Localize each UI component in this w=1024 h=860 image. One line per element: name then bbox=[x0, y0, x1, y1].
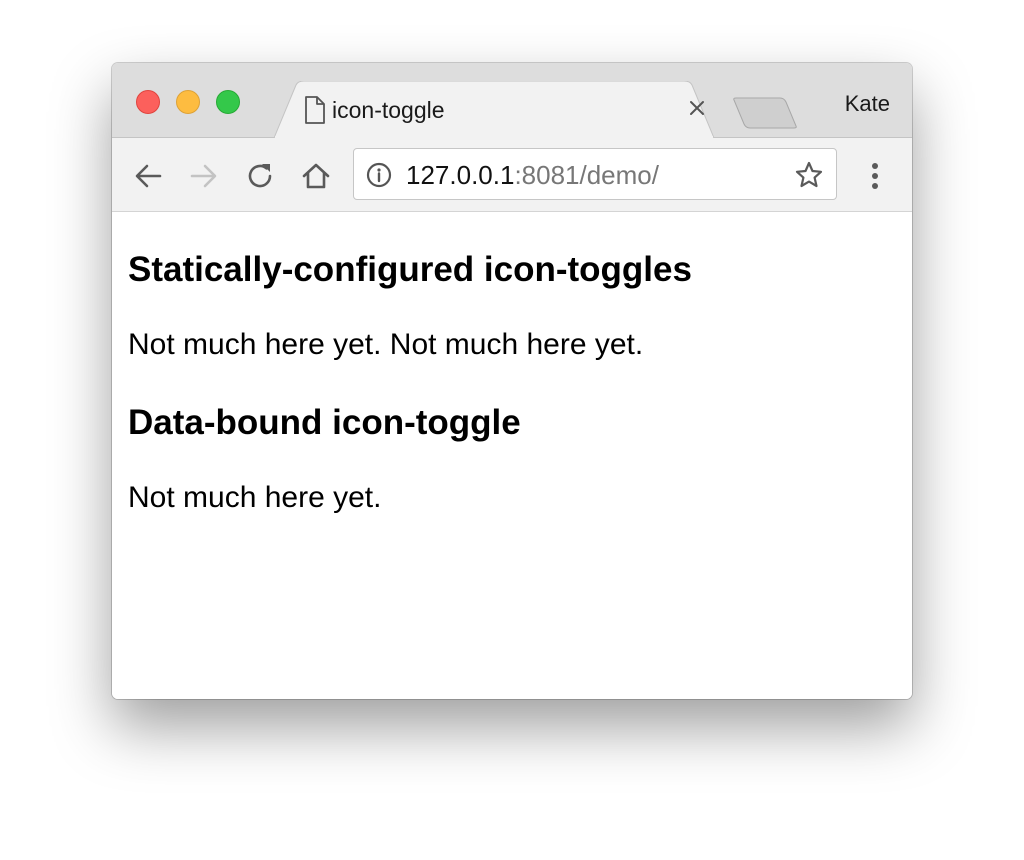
document-icon bbox=[304, 96, 326, 124]
star-icon[interactable] bbox=[794, 160, 824, 190]
home-icon[interactable] bbox=[300, 160, 332, 192]
menu-dots-icon[interactable] bbox=[864, 158, 886, 194]
info-icon[interactable] bbox=[366, 162, 392, 188]
tab-strip: icon-toggle Kate bbox=[112, 63, 912, 138]
back-arrow-icon[interactable] bbox=[132, 160, 164, 192]
url-path: :8081/demo/ bbox=[514, 160, 659, 190]
close-window-button[interactable] bbox=[136, 90, 160, 114]
section-text-static: Not much here yet. Not much here yet. bbox=[128, 328, 644, 361]
url-host: 127.0.0.1 bbox=[406, 160, 515, 190]
browser-toolbar: 127.0.0.1:8081/demo/ bbox=[112, 138, 912, 212]
maximize-window-button[interactable] bbox=[216, 90, 240, 114]
section-text-data-bound: Not much here yet. bbox=[128, 481, 382, 514]
tab-active[interactable]: icon-toggle bbox=[274, 81, 714, 138]
section-heading-static: Statically-configured icon-toggles bbox=[128, 250, 692, 289]
url-text[interactable]: 127.0.0.1:8081/demo/ bbox=[406, 160, 659, 190]
tab-close-icon[interactable] bbox=[686, 97, 708, 119]
forward-arrow-icon[interactable] bbox=[188, 160, 220, 192]
new-tab-button[interactable] bbox=[732, 96, 802, 130]
page-content: Statically-configured icon-toggles Not m… bbox=[112, 212, 912, 699]
reload-icon[interactable] bbox=[244, 160, 276, 192]
browser-window: icon-toggle Kate 127.0.0.1:8081/demo/ St… bbox=[112, 63, 912, 699]
address-bar[interactable]: 127.0.0.1:8081/demo/ bbox=[353, 148, 837, 200]
tab-title: icon-toggle bbox=[332, 97, 445, 123]
section-heading-data-bound: Data-bound icon-toggle bbox=[128, 403, 521, 442]
minimize-window-button[interactable] bbox=[176, 90, 200, 114]
profile-name[interactable]: Kate bbox=[845, 90, 890, 118]
